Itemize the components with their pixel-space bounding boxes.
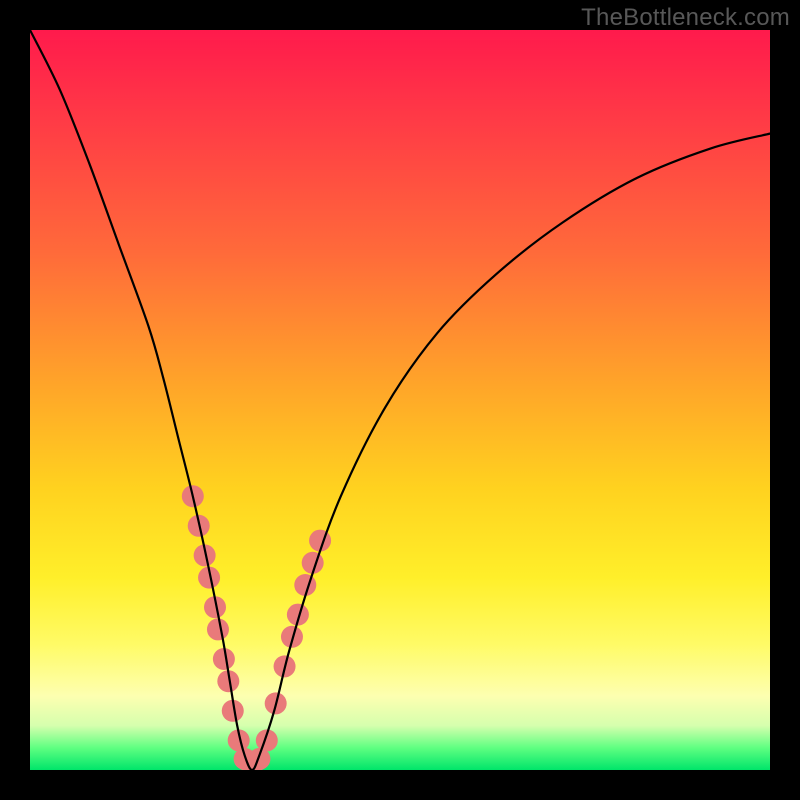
plot-area [30,30,770,770]
bottleneck-curve [30,30,770,770]
watermark-text: TheBottleneck.com [581,4,790,32]
chart-frame: TheBottleneck.com [0,0,800,800]
chart-svg [30,30,770,770]
dots-group [182,485,331,770]
highlight-dot [207,618,229,640]
